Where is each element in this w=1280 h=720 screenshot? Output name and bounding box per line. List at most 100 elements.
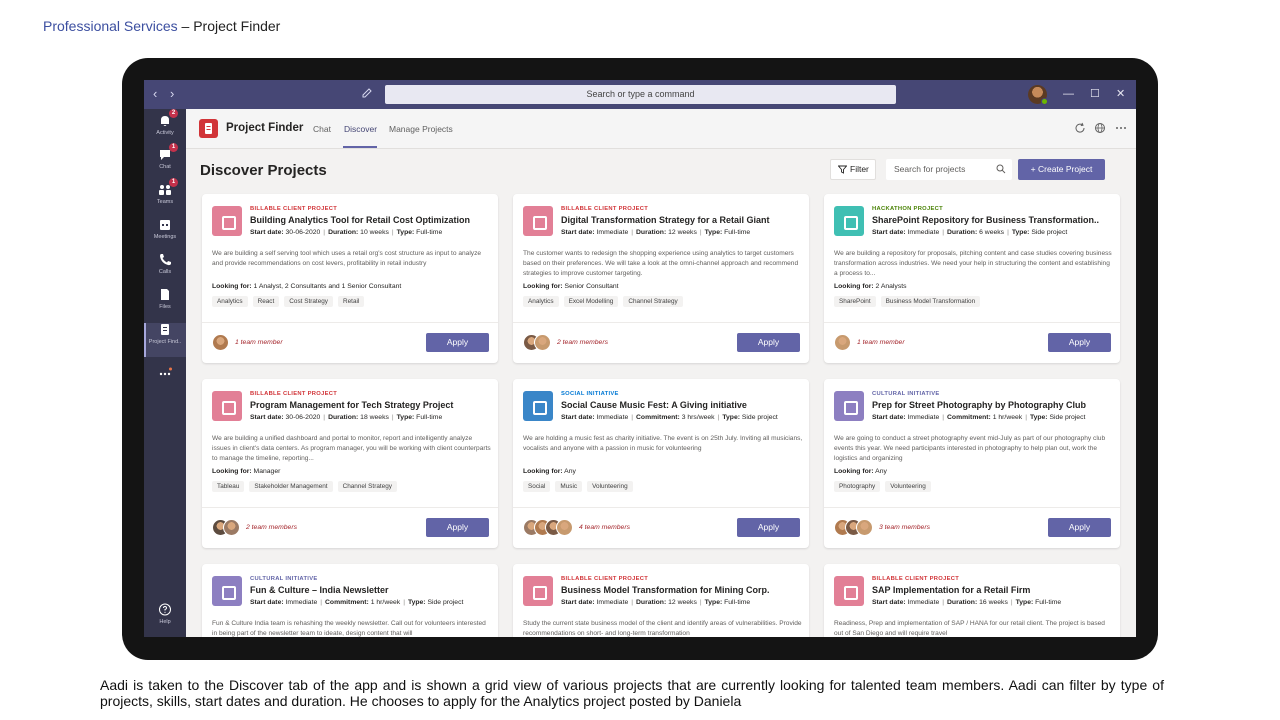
apply-button[interactable]: Apply xyxy=(1048,333,1111,352)
rail-label: Files xyxy=(159,304,171,310)
project-card[interactable]: SOCIAL INITIATIVE Social Cause Music Fest… xyxy=(513,379,809,548)
project-card[interactable]: CULTURAL INITIATIVE Prep for Street Photo… xyxy=(824,379,1120,548)
project-card[interactable]: HACKATHON PROJECT SharePoint Repository f… xyxy=(824,194,1120,363)
project-title[interactable]: Building Analytics Tool for Retail Cost … xyxy=(250,215,494,225)
skill-tag[interactable]: Cost Strategy xyxy=(284,296,333,307)
back-arrow-icon[interactable]: ‹ xyxy=(153,87,157,101)
skill-tag[interactable]: Channel Strategy xyxy=(623,296,683,307)
project-description: Fun & Culture India team is rehashing th… xyxy=(212,620,486,637)
member-avatar[interactable] xyxy=(212,334,229,351)
skill-tag[interactable]: Photography xyxy=(834,481,881,492)
rail-item-activity[interactable]: 2 Activity xyxy=(144,109,186,148)
skill-tag[interactable]: Business Model Transformation xyxy=(880,296,981,307)
team-members-count[interactable]: 1 team member xyxy=(235,339,283,346)
rail-item-teams[interactable]: 1 Teams xyxy=(144,178,186,217)
close-icon[interactable]: ✕ xyxy=(1116,87,1125,101)
member-avatar[interactable] xyxy=(223,519,240,536)
project-category: BILLABLE CLIENT PROJECT xyxy=(561,576,649,582)
skill-tag[interactable]: Tableau xyxy=(212,481,245,492)
skill-tag[interactable]: Volunteering xyxy=(587,481,633,492)
length-value: 18 weeks xyxy=(360,414,389,421)
rail-item-files[interactable]: Files xyxy=(144,288,186,322)
apply-button[interactable]: Apply xyxy=(1048,518,1111,537)
team-members-count[interactable]: 2 team members xyxy=(557,339,608,346)
refresh-icon[interactable] xyxy=(1074,122,1086,134)
skill-tag[interactable]: Excel Modelling xyxy=(563,296,619,307)
meta-separator: | xyxy=(323,414,326,421)
rail-item-more[interactable] xyxy=(144,366,186,400)
tab-chat[interactable]: Chat xyxy=(313,124,331,134)
start-date-value: 30-06-2020 xyxy=(285,414,321,421)
project-card[interactable]: BILLABLE CLIENT PROJECT Program Managemen… xyxy=(202,379,498,548)
create-project-button[interactable]: + Create Project xyxy=(1018,159,1105,180)
apply-button[interactable]: Apply xyxy=(737,333,800,352)
project-title[interactable]: SAP Implementation for a Retail Firm xyxy=(872,585,1116,595)
project-card[interactable]: BILLABLE CLIENT PROJECT Digital Transform… xyxy=(513,194,809,363)
globe-icon[interactable] xyxy=(1094,122,1106,134)
start-date-label: Start date: xyxy=(561,414,595,421)
project-title[interactable]: SharePoint Repository for Business Trans… xyxy=(872,215,1116,225)
forward-arrow-icon[interactable]: › xyxy=(170,87,174,101)
meta-separator: | xyxy=(320,599,323,606)
project-title[interactable]: Business Model Transformation for Mining… xyxy=(561,585,805,595)
teams-icon: 1 xyxy=(158,178,178,196)
project-card[interactable]: BILLABLE CLIENT PROJECT SAP Implementatio… xyxy=(824,564,1120,637)
project-title[interactable]: Prep for Street Photography by Photograp… xyxy=(872,400,1116,410)
rail-item-meetings[interactable]: Meetings xyxy=(144,218,186,252)
apply-button[interactable]: Apply xyxy=(426,518,489,537)
rail-item-calls[interactable]: Calls xyxy=(144,253,186,287)
skill-tag[interactable]: Channel Strategy xyxy=(337,481,397,492)
tab-discover[interactable]: Discover xyxy=(344,124,377,134)
member-avatar[interactable] xyxy=(534,334,551,351)
team-members-count[interactable]: 2 team members xyxy=(246,524,297,531)
type-label: Type: xyxy=(1015,599,1034,606)
skill-tag[interactable]: Retail xyxy=(338,296,365,307)
more-options-icon[interactable] xyxy=(1115,122,1127,134)
calendar-icon xyxy=(158,218,172,231)
compose-icon[interactable] xyxy=(361,87,373,99)
member-avatar[interactable] xyxy=(556,519,573,536)
member-avatar[interactable] xyxy=(856,519,873,536)
project-type-icon xyxy=(834,391,864,421)
skill-tag[interactable]: Social xyxy=(523,481,551,492)
skill-tag[interactable]: Stakeholder Management xyxy=(249,481,333,492)
project-title[interactable]: Social Cause Music Fest: A Giving initia… xyxy=(561,400,805,410)
member-avatar[interactable] xyxy=(834,334,851,351)
project-title[interactable]: Fun & Culture – India Newsletter xyxy=(250,585,494,595)
maximize-icon[interactable]: ☐ xyxy=(1090,87,1100,101)
filter-button[interactable]: Filter xyxy=(830,159,876,180)
project-card[interactable]: BILLABLE CLIENT PROJECT Building Analytic… xyxy=(202,194,498,363)
skill-tag[interactable]: Music xyxy=(555,481,583,492)
skill-tag[interactable]: SharePoint xyxy=(834,296,876,307)
skill-tag[interactable]: Analytics xyxy=(523,296,559,307)
project-description: We are going to conduct a street photogr… xyxy=(834,435,1106,462)
more-apps-icon xyxy=(158,366,172,379)
team-members-count[interactable]: 1 team member xyxy=(857,339,905,346)
rail-item-chat[interactable]: 1 Chat xyxy=(144,143,186,182)
apply-button[interactable]: Apply xyxy=(737,518,800,537)
project-card[interactable]: BILLABLE CLIENT PROJECT Business Model Tr… xyxy=(513,564,809,637)
team-members-count[interactable]: 4 team members xyxy=(579,524,630,531)
team-members-count[interactable]: 3 team members xyxy=(879,524,930,531)
apply-button[interactable]: Apply xyxy=(426,333,489,352)
type-label: Type: xyxy=(396,229,415,236)
skill-tag[interactable]: Volunteering xyxy=(885,481,931,492)
minimize-icon[interactable]: — xyxy=(1063,87,1074,101)
user-avatar[interactable] xyxy=(1028,85,1048,105)
card-divider xyxy=(513,507,809,508)
rail-item-project-finder[interactable]: Project Find.. xyxy=(144,323,186,357)
tab-manage-projects[interactable]: Manage Projects xyxy=(389,124,453,134)
skill-tag[interactable]: React xyxy=(252,296,280,307)
skill-tag[interactable]: Analytics xyxy=(212,296,248,307)
project-title[interactable]: Digital Transformation Strategy for a Re… xyxy=(561,215,805,225)
project-title[interactable]: Program Management for Tech Strategy Pro… xyxy=(250,400,494,410)
project-description: Readiness, Prep and implementation of SA… xyxy=(834,620,1105,637)
command-search-input[interactable]: Search or type a command xyxy=(385,85,896,104)
looking-for-value: 1 Analyst, 2 Consultants and 1 Senior Co… xyxy=(253,283,402,290)
meta-separator: | xyxy=(1025,414,1027,421)
looking-for: Looking for: 1 Analyst, 2 Consultants an… xyxy=(212,283,401,290)
rail-item-help[interactable]: Help xyxy=(144,603,186,637)
project-card[interactable]: CULTURAL INITIATIVE Fun & Culture – India… xyxy=(202,564,498,637)
project-search-input[interactable]: Search for projects xyxy=(886,159,1012,180)
type-label: Type: xyxy=(396,414,415,421)
